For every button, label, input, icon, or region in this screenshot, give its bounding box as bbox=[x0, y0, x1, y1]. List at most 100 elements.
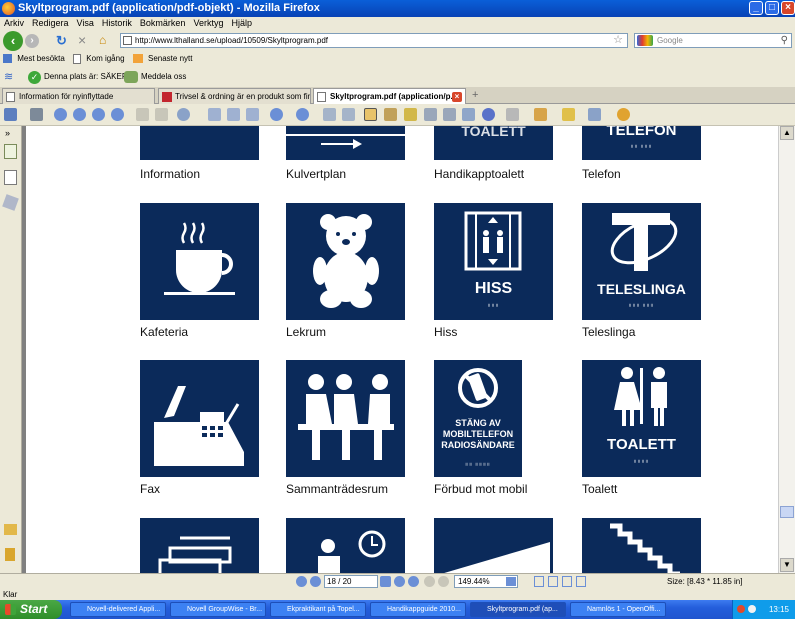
prev-page-button[interactable] bbox=[310, 576, 321, 587]
minimize-button[interactable]: _ bbox=[749, 1, 763, 15]
continuous-facing-view-icon[interactable] bbox=[576, 576, 586, 587]
attach-icon[interactable] bbox=[562, 108, 575, 121]
start-button[interactable]: Start bbox=[0, 600, 62, 619]
vertical-scrollbar[interactable]: ▲ ▼ bbox=[778, 126, 795, 573]
search-placeholder: Google bbox=[657, 36, 683, 45]
search-icon[interactable]: ⚲ bbox=[781, 34, 788, 47]
back-button[interactable]: ‹ bbox=[3, 31, 23, 51]
image-icon[interactable] bbox=[462, 108, 475, 121]
tray-icon[interactable] bbox=[737, 605, 745, 613]
zoom-icon[interactable] bbox=[177, 108, 190, 121]
close-tab-icon[interactable]: × bbox=[452, 92, 462, 102]
page-number-field[interactable]: 18 / 20 bbox=[324, 575, 378, 588]
pdf-page[interactable]: Information Kulvertplan TOALETT Handikap… bbox=[26, 126, 778, 573]
url-bar[interactable]: http://www.lthalland.se/upload/10509/Sky… bbox=[120, 33, 628, 48]
new-tab-icon[interactable]: + bbox=[472, 89, 478, 101]
hand-tool-icon[interactable] bbox=[364, 108, 377, 121]
attachment-icon[interactable] bbox=[5, 548, 15, 561]
menu-verktyg[interactable]: Verktyg bbox=[189, 17, 227, 30]
bookmarks-panel-icon[interactable] bbox=[4, 170, 17, 185]
prev-page-icon[interactable] bbox=[73, 108, 86, 121]
stop-icon[interactable]: × bbox=[78, 32, 86, 48]
last-page-button[interactable] bbox=[408, 576, 419, 587]
zoom-field[interactable]: 149.44% bbox=[454, 575, 518, 588]
text-select-icon[interactable] bbox=[424, 108, 437, 121]
sign-information bbox=[140, 126, 259, 160]
task-openoffice[interactable]: Namnlös 1 - OpenOffi... bbox=[570, 602, 666, 617]
bookmark-mest-besokta[interactable]: Mest besökta bbox=[17, 54, 65, 63]
forward-view-icon[interactable] bbox=[155, 108, 168, 121]
task-novell-apps[interactable]: Novell-delivered Appli... bbox=[70, 602, 166, 617]
page-icon bbox=[6, 92, 15, 102]
bookmark-kom-igang[interactable]: Kom igång bbox=[86, 54, 124, 63]
task-groupwise[interactable]: Novell GroupWise - Br... bbox=[170, 602, 266, 617]
search-input[interactable]: Google ⚲ bbox=[634, 33, 792, 48]
last-page-icon[interactable] bbox=[111, 108, 124, 121]
facing-view-icon[interactable] bbox=[562, 576, 572, 587]
scroll-up-button[interactable]: ▲ bbox=[780, 126, 794, 140]
zoom-dropdown-icon[interactable] bbox=[506, 577, 516, 586]
single-page-view-icon[interactable] bbox=[534, 576, 544, 587]
highlight-icon[interactable] bbox=[534, 108, 547, 121]
bookmark-senaste-nytt[interactable]: Senaste nytt bbox=[148, 54, 192, 63]
task-skyltprogram[interactable]: Skyltprogram.pdf (ap... bbox=[470, 602, 566, 617]
shape-icon[interactable] bbox=[482, 108, 495, 121]
bookmark-star-icon[interactable]: ☆ bbox=[613, 34, 623, 47]
help-icon[interactable] bbox=[617, 108, 630, 121]
home-icon[interactable]: ⌂ bbox=[99, 33, 106, 47]
scroll-thumb[interactable] bbox=[780, 506, 794, 518]
select-tool-icon[interactable] bbox=[404, 108, 417, 121]
menu-bokmarken[interactable]: Bokmärken bbox=[136, 17, 190, 30]
rotate-cw-icon[interactable] bbox=[342, 108, 355, 121]
coffee-cup-icon bbox=[164, 222, 235, 295]
rotate-ccw-icon[interactable] bbox=[323, 108, 336, 121]
snapshot-icon[interactable] bbox=[384, 108, 397, 121]
zoom-out-icon[interactable] bbox=[270, 108, 283, 121]
close-button[interactable]: × bbox=[781, 1, 795, 15]
page-dropdown-icon[interactable] bbox=[380, 576, 391, 587]
tray-icon[interactable] bbox=[748, 605, 756, 613]
back-view-icon[interactable] bbox=[136, 108, 149, 121]
fit-page-icon[interactable] bbox=[227, 108, 240, 121]
menu-hjalp[interactable]: Hjälp bbox=[227, 17, 256, 30]
back-view-button[interactable] bbox=[424, 576, 435, 587]
first-page-button[interactable] bbox=[296, 576, 307, 587]
reload-icon[interactable]: ↻ bbox=[56, 33, 67, 49]
sign-text: TELEFON bbox=[606, 126, 677, 139]
continuous-view-icon[interactable] bbox=[548, 576, 558, 587]
next-page-button[interactable] bbox=[394, 576, 405, 587]
tab-skyltprogram[interactable]: Skyltprogram.pdf (application/p... × bbox=[313, 88, 466, 104]
task-handikappguide[interactable]: Handikappguide 2010... bbox=[370, 602, 466, 617]
stairs-icon bbox=[610, 523, 680, 573]
folder-icon[interactable] bbox=[4, 524, 17, 535]
menu-visa[interactable]: Visa bbox=[73, 17, 98, 30]
security-status[interactable]: Denna plats är: SÄKER bbox=[44, 67, 128, 87]
scroll-down-button[interactable]: ▼ bbox=[780, 558, 794, 572]
zoom-in-icon[interactable] bbox=[296, 108, 309, 121]
forward-view-button[interactable] bbox=[438, 576, 449, 587]
attachments-panel-icon[interactable] bbox=[2, 194, 19, 211]
task-ekpraktikant[interactable]: Ekpraktikant på Topel... bbox=[270, 602, 366, 617]
expand-sidebar-icon[interactable]: » bbox=[5, 128, 10, 138]
tab-trivsel[interactable]: Trivsel & ordning är en produkt som fin.… bbox=[158, 88, 311, 104]
print-icon[interactable] bbox=[30, 108, 43, 121]
sign-sammantradesrum bbox=[286, 360, 405, 477]
menu-historik[interactable]: Historik bbox=[98, 17, 136, 30]
forward-button[interactable]: › bbox=[25, 34, 39, 48]
pages-panel-icon[interactable] bbox=[4, 144, 17, 159]
share-link[interactable]: Meddela oss bbox=[141, 67, 186, 87]
fit-width-icon[interactable] bbox=[246, 108, 259, 121]
wifi-icon[interactable]: ≋ bbox=[4, 71, 18, 83]
note-icon[interactable] bbox=[506, 108, 519, 121]
save-icon[interactable] bbox=[4, 108, 17, 121]
actual-size-icon[interactable] bbox=[208, 108, 221, 121]
menu-arkiv[interactable]: Arkiv bbox=[0, 17, 28, 30]
first-page-icon[interactable] bbox=[54, 108, 67, 121]
next-page-icon[interactable] bbox=[92, 108, 105, 121]
maximize-button[interactable]: □ bbox=[765, 1, 779, 15]
find-text-icon[interactable] bbox=[443, 108, 456, 121]
menu-redigera[interactable]: Redigera bbox=[28, 17, 73, 30]
tab-information[interactable]: Information för nyinflyttade bbox=[2, 88, 155, 104]
measure-icon[interactable] bbox=[588, 108, 601, 121]
sign-telefon: TELEFON ⠿⠿ ⠿⠿⠿ bbox=[582, 126, 701, 160]
